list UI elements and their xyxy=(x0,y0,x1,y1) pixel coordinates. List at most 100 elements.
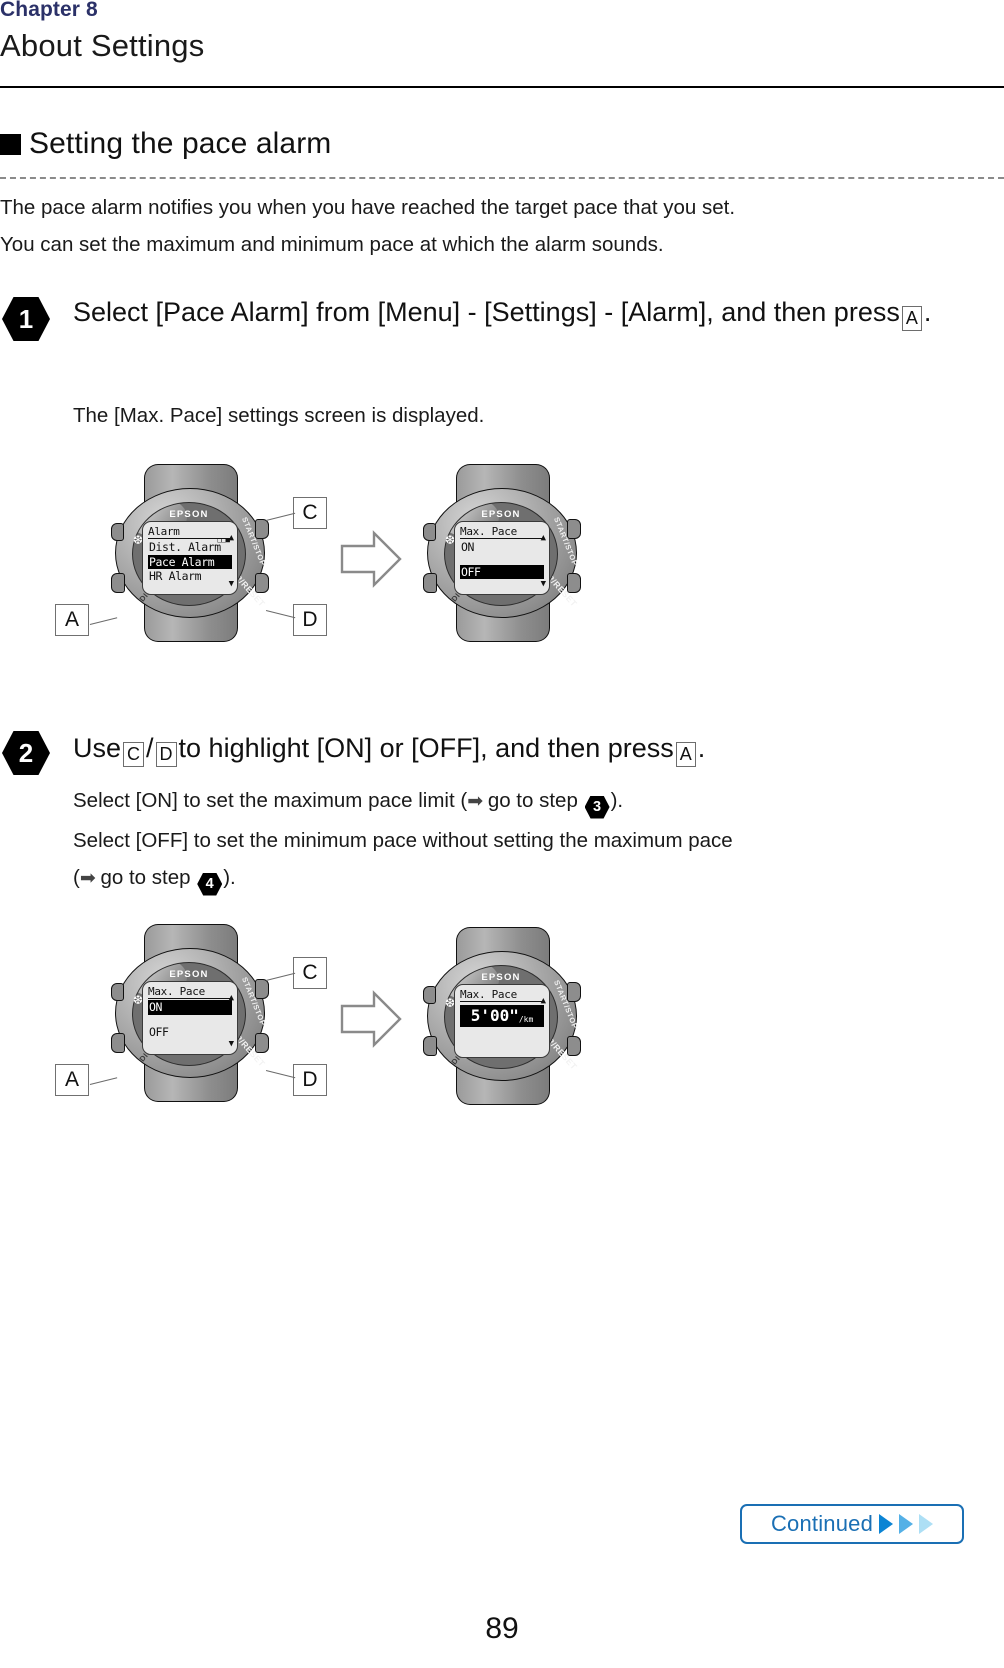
caret-up-icon: ▲ xyxy=(228,993,234,1003)
figure-step-1: START/STOP LAP/RESET DISP.CHG EPSON ❆ Al… xyxy=(28,462,648,652)
key-a-icon: A xyxy=(675,741,696,767)
epson-logo: EPSON xyxy=(169,509,209,520)
watch-button-light xyxy=(423,986,436,1004)
step-2-key-separator: / xyxy=(146,733,154,763)
watch-screen-right-step1: Max. Pace ▲ ON OFF ▼ xyxy=(454,521,550,595)
epson-logo: EPSON xyxy=(481,509,521,520)
watch-illustration-left-step2: START/STOP LAP/RESET DISP.CHG EPSON ❆ Ma… xyxy=(106,924,274,1102)
caret-up-icon: ▲ xyxy=(540,533,546,543)
callout-d-step1: D xyxy=(293,604,327,636)
continued-badge[interactable]: Continued xyxy=(740,1504,964,1544)
pace-unit: /km xyxy=(518,1015,534,1025)
watch-screen-right-step2: Max. Pace ▲ 5'00"/km xyxy=(454,984,550,1058)
chapter-label: Chapter 8 xyxy=(0,0,98,21)
inline-step-4-badge: 4 xyxy=(197,872,223,896)
watch-button-a xyxy=(423,573,437,593)
section-dashed-divider xyxy=(0,177,1004,179)
watch-button-c xyxy=(567,982,581,1002)
figure-step-2: START/STOP LAP/RESET DISP.CHG EPSON ❆ Ma… xyxy=(28,922,648,1112)
watch-body: START/STOP LAP/RESET DISP.CHG EPSON ❆ Ma… xyxy=(423,951,581,1081)
watch-screen-left-step2: Max. Pace ▲ ON OFF ▼ xyxy=(142,981,238,1055)
screen-row: OFF xyxy=(149,1024,169,1039)
continued-label: Continued xyxy=(770,1511,874,1536)
watch-button-light xyxy=(423,523,436,541)
step-1-instruction-period: . xyxy=(923,297,932,327)
step-2-note-off-before: ( xyxy=(73,866,80,889)
pace-value: 5'00" xyxy=(470,1006,519,1026)
step-2-note-off-after: ). xyxy=(223,866,236,889)
step-2-note-on-before: Select [ON] to set the maximum pace limi… xyxy=(73,789,468,812)
watch-body: START/STOP LAP/RESET DISP.CHG EPSON ❆ Ma… xyxy=(111,948,269,1078)
key-a-icon: A xyxy=(901,305,922,331)
step-2-text-part1: Use xyxy=(73,733,122,763)
step-2-note-on-after: ). xyxy=(610,789,624,812)
watch-button-light xyxy=(111,983,124,1001)
triangle-right-icon-1 xyxy=(879,1514,894,1534)
step-2-note-on: Select [ON] to set the maximum pace limi… xyxy=(73,789,623,819)
screen-title: Max. Pace xyxy=(148,985,232,1000)
black-square-bullet-icon xyxy=(0,133,21,155)
watch-button-c xyxy=(255,979,269,999)
inline-step-3-badge: 3 xyxy=(584,795,610,819)
page-title: About Settings xyxy=(0,28,205,63)
watch-body: START/STOP LAP/RESET DISP.CHG EPSON ❆ Ma… xyxy=(423,488,581,618)
step-2-text-part3: . xyxy=(697,733,706,763)
step-2-note-off: Select [OFF] to set the minimum pace wit… xyxy=(73,829,733,852)
step-1-badge: 1 xyxy=(2,297,50,341)
watch-button-c xyxy=(255,519,269,539)
watch-button-a xyxy=(111,1033,125,1053)
step-2-badge: 2 xyxy=(2,731,50,775)
watch-illustration-right-step1: START/STOP LAP/RESET DISP.CHG EPSON ❆ Ma… xyxy=(418,464,586,642)
section-heading: Setting the pace alarm xyxy=(0,127,331,161)
right-arrow-icon: ➡ xyxy=(79,868,96,889)
step-2-note-off-cont: (➡ go to step 4). xyxy=(73,866,236,896)
step-1-instruction: Select [Pace Alarm] from [Menu] - [Setti… xyxy=(73,293,953,332)
transition-arrow-icon xyxy=(340,990,402,1048)
triangle-right-icon-3 xyxy=(919,1514,934,1534)
screen-row-highlighted: ON xyxy=(148,1000,232,1015)
step-2-text-part2: to highlight [ON] or [OFF], and then pre… xyxy=(178,733,674,763)
screen-row: HR Alarm xyxy=(149,568,202,583)
watch-body: START/STOP LAP/RESET DISP.CHG EPSON ❆ Al… xyxy=(111,488,269,618)
header-divider xyxy=(0,86,1004,88)
callout-a-step1: A xyxy=(55,604,89,636)
key-d-icon: D xyxy=(155,741,177,767)
step-2-note-off-mid: go to step xyxy=(100,866,191,889)
screen-row-highlighted: OFF xyxy=(460,564,544,579)
caret-up-icon: ▲ xyxy=(540,996,546,1006)
watch-screen-left-step1: Alarm □□■ ▲ Dist. Alarm Pace Alarm HR Al… xyxy=(142,521,238,595)
transition-arrow-icon xyxy=(340,530,402,588)
section-title: Setting the pace alarm xyxy=(29,127,332,160)
watch-illustration-left-step1: START/STOP LAP/RESET DISP.CHG EPSON ❆ Al… xyxy=(106,464,274,642)
watch-button-a xyxy=(423,1036,437,1056)
step-2-number: 2 xyxy=(18,737,34,768)
watch-button-c xyxy=(567,519,581,539)
step-2-note-on-mid: go to step xyxy=(487,789,578,812)
epson-logo: EPSON xyxy=(481,972,521,983)
watch-illustration-right-step2: START/STOP LAP/RESET DISP.CHG EPSON ❆ Ma… xyxy=(418,927,586,1105)
screen-row: ON xyxy=(461,540,475,555)
step-1-note: The [Max. Pace] settings screen is displ… xyxy=(73,404,485,427)
right-arrow-icon: ➡ xyxy=(467,791,483,812)
key-c-icon: C xyxy=(123,741,145,767)
callout-a-step2: A xyxy=(55,1064,89,1096)
callout-c-step1: C xyxy=(293,497,327,529)
callout-d-step2: D xyxy=(293,1064,327,1096)
caret-down-icon: ▼ xyxy=(228,1039,234,1049)
screen-row-highlighted: Pace Alarm xyxy=(148,554,232,569)
step-2-instruction: Use C / Dto highlight [ON] or [OFF], and th… xyxy=(73,729,973,768)
triangle-right-icon-2 xyxy=(899,1514,914,1534)
watch-button-a xyxy=(111,573,125,593)
screen-pace-value: 5'00"/km xyxy=(460,1005,544,1028)
screen-title: Max. Pace xyxy=(460,525,544,540)
intro-line-1: The pace alarm notifies you when you hav… xyxy=(0,196,736,219)
page-number: 89 xyxy=(485,1612,519,1645)
screen-title: Max. Pace xyxy=(460,988,544,1003)
step-1-number: 1 xyxy=(18,303,34,334)
epson-logo: EPSON xyxy=(169,969,209,980)
caret-down-icon: ▼ xyxy=(228,579,234,589)
watch-button-light xyxy=(111,523,124,541)
step-1-instruction-text: Select [Pace Alarm] from [Menu] - [Setti… xyxy=(73,297,900,327)
caret-up-icon: ▲ xyxy=(228,533,234,543)
caret-down-icon: ▼ xyxy=(540,579,546,589)
